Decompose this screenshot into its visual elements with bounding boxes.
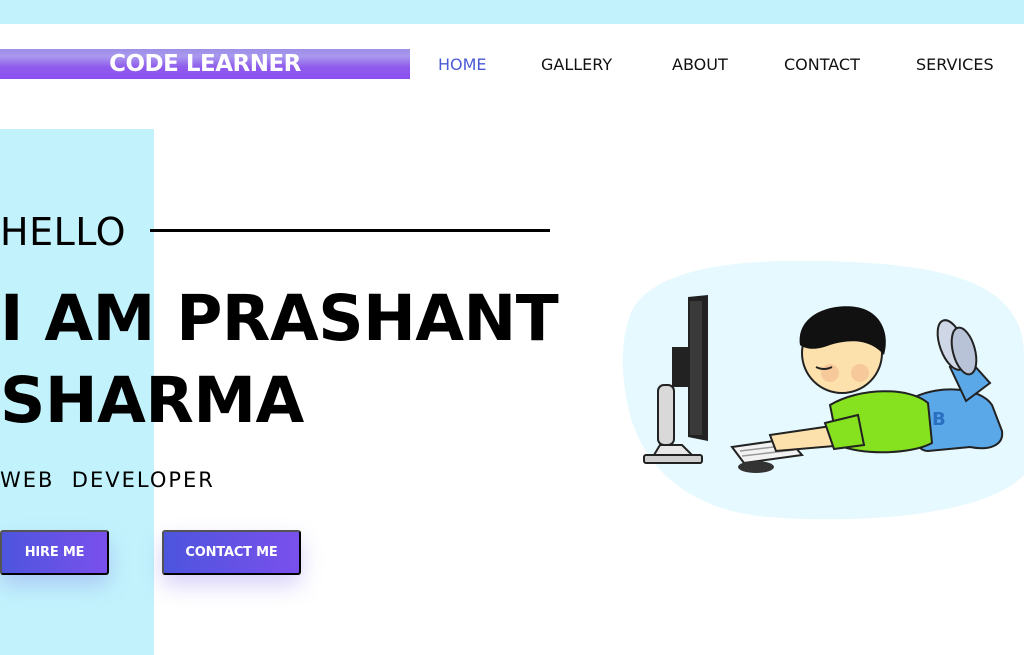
- hero-title-line1: I AM PRASHANT: [0, 282, 559, 355]
- greeting-divider-line: [150, 229, 550, 232]
- hero-greeting: HELLO: [0, 210, 126, 254]
- nav-gallery[interactable]: GALLERY: [541, 55, 612, 74]
- hero-title: I AM PRASHANT SHARMA: [0, 278, 559, 442]
- brand-logo[interactable]: CODE LEARNER: [0, 49, 410, 79]
- nav-contact[interactable]: CONTACT: [784, 55, 860, 74]
- nav-about[interactable]: ABOUT: [672, 55, 728, 74]
- brand-text: CODE LEARNER: [109, 51, 301, 77]
- nav-home[interactable]: HOME: [438, 55, 487, 74]
- boy-coding-illustration: B: [620, 255, 1024, 530]
- top-accent-strip: [0, 0, 1024, 24]
- hero-title-line2: SHARMA: [0, 364, 304, 437]
- hire-me-button[interactable]: HIRE ME: [0, 530, 109, 575]
- hero-subtitle: WEB DEVELOPER: [0, 468, 215, 492]
- contact-me-button[interactable]: CONTACT ME: [162, 530, 301, 575]
- nav-services[interactable]: SERVICES: [916, 55, 994, 74]
- svg-text:B: B: [932, 409, 946, 430]
